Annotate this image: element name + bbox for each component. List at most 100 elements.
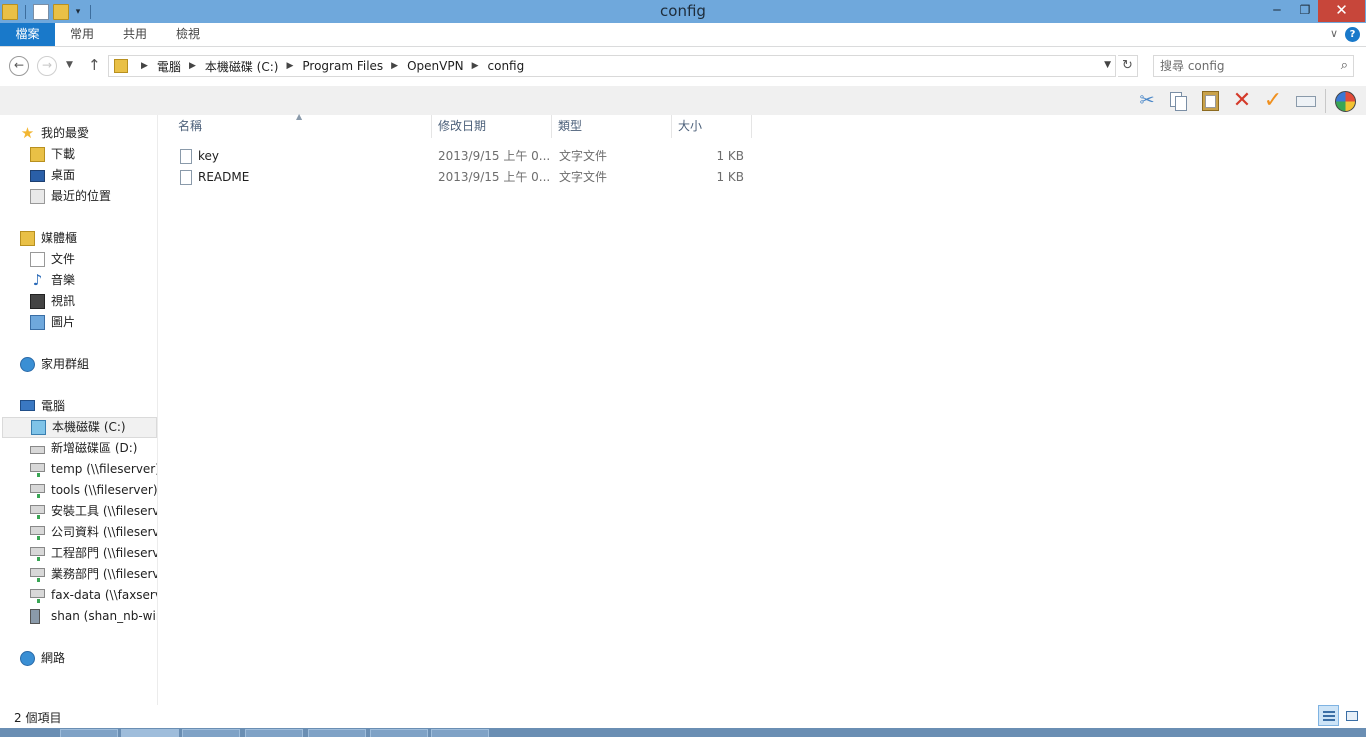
- taskbar-button[interactable]: [431, 729, 489, 737]
- nav-favorites[interactable]: ★ 我的最愛: [0, 123, 157, 144]
- nav-label: 桌面: [51, 168, 76, 182]
- nav-label: shan (shan_nb-win8: [51, 609, 157, 623]
- nav-recent-places[interactable]: 最近的位置: [0, 186, 157, 207]
- breadcrumb-openvpn[interactable]: OpenVPN: [407, 59, 463, 73]
- taskbar: [0, 728, 1366, 737]
- minimize-button[interactable]: ‒: [1262, 0, 1292, 22]
- recent-locations-chevron-icon[interactable]: ▼: [66, 60, 73, 70]
- clipboard-paper: [1205, 95, 1216, 108]
- nav-network-drive[interactable]: 業務部門 (\\fileserver: [0, 564, 157, 585]
- search-icon[interactable]: ⌕: [1341, 58, 1348, 73]
- chevron-right-icon[interactable]: ▶: [391, 61, 398, 71]
- nav-drive-c[interactable]: 本機磁碟 (C:): [2, 417, 157, 438]
- expand-ribbon-chevron-icon[interactable]: ∨: [1330, 27, 1338, 40]
- computer-icon: [20, 400, 35, 411]
- file-row[interactable]: README 2013/9/15 上午 0... 文字文件 1 KB: [175, 167, 752, 188]
- taskbar-button[interactable]: [308, 729, 366, 737]
- ribbon-tabs: 檔案 常用 共用 檢視 ∨ ?: [0, 23, 1366, 47]
- copy-sheet-front: [1175, 96, 1187, 111]
- nav-label: 媒體櫃: [41, 231, 78, 245]
- cut-icon[interactable]: ✂: [1136, 90, 1158, 112]
- chevron-right-icon[interactable]: ▶: [472, 61, 479, 71]
- nav-label: 下載: [51, 147, 76, 161]
- title-bar: ▾ config ‒ ❐ ✕: [0, 0, 1366, 23]
- breadcrumb-config[interactable]: config: [488, 59, 525, 73]
- up-arrow-icon[interactable]: ↑: [88, 56, 101, 74]
- chevron-right-icon[interactable]: ▶: [141, 61, 148, 71]
- network-drive-icon: [30, 589, 45, 603]
- nav-network-drive[interactable]: tools (\\fileserver) (: [0, 480, 157, 501]
- taskbar-button[interactable]: [60, 729, 118, 737]
- window-title: config: [660, 2, 706, 20]
- nav-network-drive[interactable]: 公司資料 (\\fileserver: [0, 522, 157, 543]
- file-row[interactable]: key 2013/9/15 上午 0... 文字文件 1 KB: [175, 146, 752, 167]
- nav-network-drive[interactable]: 工程部門 (\\fileserver: [0, 543, 157, 564]
- details-view-button[interactable]: [1318, 705, 1339, 726]
- nav-homegroup[interactable]: 家用群組: [0, 354, 157, 375]
- taskbar-button[interactable]: [182, 729, 240, 737]
- search-box[interactable]: ⌕: [1153, 55, 1354, 77]
- column-header-type[interactable]: 類型: [552, 115, 672, 138]
- network-drive-icon: [30, 547, 45, 561]
- nav-network-drive[interactable]: 安裝工具 (\\fileserver: [0, 501, 157, 522]
- file-size: 1 KB: [716, 170, 744, 184]
- star-icon: ★: [20, 124, 35, 142]
- help-icon[interactable]: ?: [1345, 27, 1360, 42]
- close-button[interactable]: ✕: [1318, 0, 1365, 22]
- chevron-right-icon[interactable]: ▶: [189, 61, 196, 71]
- address-bar[interactable]: ▶ 電腦 ▶ 本機磁碟 (C:) ▶ Program Files ▶ OpenV…: [108, 55, 1116, 77]
- taskbar-button[interactable]: [370, 729, 428, 737]
- breadcrumb-program-files[interactable]: Program Files: [302, 59, 383, 73]
- back-button[interactable]: ←: [9, 56, 29, 76]
- nav-label: 公司資料 (\\fileserver: [51, 525, 157, 539]
- nav-network[interactable]: 網路: [0, 648, 157, 669]
- tab-view[interactable]: 檢視: [166, 23, 210, 46]
- file-date: 2013/9/15 上午 0...: [438, 170, 550, 184]
- search-input[interactable]: [1160, 58, 1330, 74]
- recent-places-icon: [30, 189, 45, 204]
- taskbar-button[interactable]: [121, 729, 179, 737]
- nav-downloads[interactable]: 下載: [0, 144, 157, 165]
- nav-network-drive[interactable]: temp (\\fileserver) (: [0, 459, 157, 480]
- tab-home[interactable]: 常用: [60, 23, 104, 46]
- color-wheel-icon[interactable]: [1334, 90, 1356, 112]
- rename-icon[interactable]: [1295, 90, 1317, 112]
- nav-documents[interactable]: 文件: [0, 249, 157, 270]
- column-header-size[interactable]: 大小: [672, 115, 752, 138]
- file-size: 1 KB: [716, 149, 744, 163]
- windows-drive-icon: [31, 420, 46, 435]
- breadcrumb-computer[interactable]: 電腦: [157, 58, 181, 75]
- large-icons-view-button[interactable]: [1341, 705, 1362, 726]
- nav-usb-drive[interactable]: shan (shan_nb-win8: [0, 606, 157, 627]
- network-drive-icon: [30, 505, 45, 519]
- nav-drive-d[interactable]: 新增磁碟區 (D:): [0, 438, 157, 459]
- taskbar-button[interactable]: [245, 729, 303, 737]
- navigation-pane[interactable]: ★ 我的最愛 下載 桌面 最近的位置 媒體櫃 文件 ♪ 音樂 視訊 圖片 家用群…: [0, 115, 158, 705]
- nav-pictures[interactable]: 圖片: [0, 312, 157, 333]
- breadcrumb-c-drive[interactable]: 本機磁碟 (C:): [205, 58, 279, 75]
- tab-file[interactable]: 檔案: [0, 23, 55, 46]
- copy-icon[interactable]: [1167, 90, 1189, 112]
- toolbar-separator: [1325, 89, 1326, 113]
- restore-button[interactable]: ❐: [1292, 0, 1318, 22]
- chevron-right-icon[interactable]: ▶: [286, 61, 293, 71]
- column-header-date[interactable]: 修改日期: [432, 115, 552, 138]
- nav-videos[interactable]: 視訊: [0, 291, 157, 312]
- nav-computer[interactable]: 電腦: [0, 396, 157, 417]
- address-history-chevron-icon[interactable]: ▼: [1104, 60, 1111, 70]
- nav-desktop[interactable]: 桌面: [0, 165, 157, 186]
- nav-label: 工程部門 (\\fileserver: [51, 546, 157, 560]
- forward-button[interactable]: →: [37, 56, 57, 76]
- checkmark-icon[interactable]: ✓: [1262, 90, 1284, 112]
- nav-music[interactable]: ♪ 音樂: [0, 270, 157, 291]
- rename-box: [1296, 96, 1316, 107]
- nav-network-drive[interactable]: fax-data (\\faxserver: [0, 585, 157, 606]
- paste-icon[interactable]: [1199, 90, 1221, 112]
- nav-libraries[interactable]: 媒體櫃: [0, 228, 157, 249]
- refresh-button[interactable]: ↻: [1118, 55, 1138, 77]
- network-drive-icon: [30, 463, 45, 477]
- tab-share[interactable]: 共用: [113, 23, 157, 46]
- delete-icon[interactable]: ✕: [1231, 90, 1253, 112]
- file-date: 2013/9/15 上午 0...: [438, 149, 550, 163]
- nav-label: 我的最愛: [41, 126, 90, 140]
